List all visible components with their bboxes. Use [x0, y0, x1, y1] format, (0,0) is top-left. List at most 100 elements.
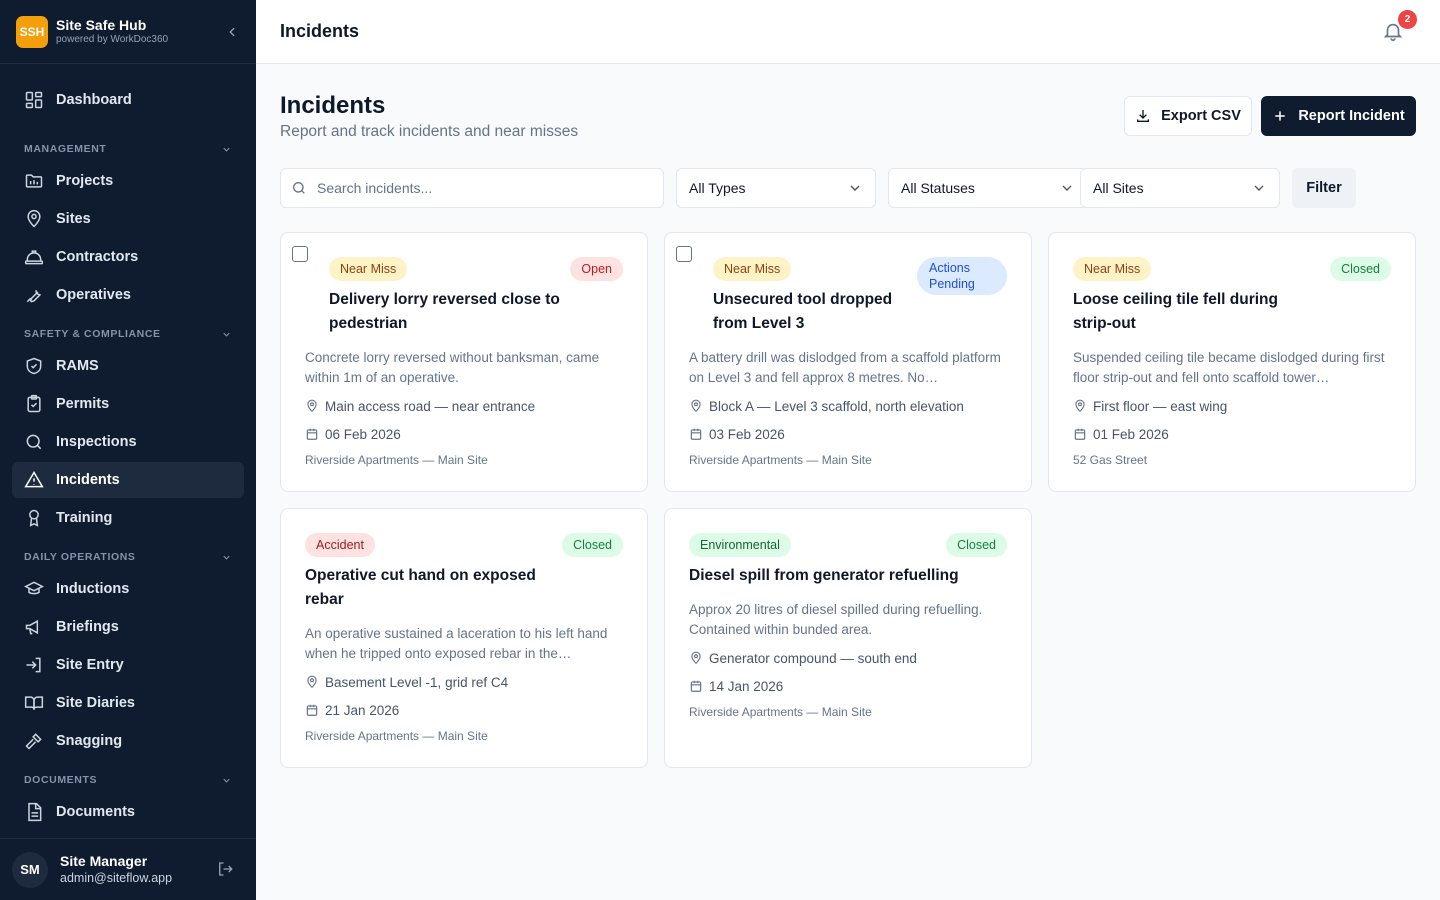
chevron-down-icon: [223, 555, 230, 560]
avatar: SM: [12, 851, 48, 888]
calendar-icon: [306, 428, 318, 440]
chevron-down-icon: [223, 778, 230, 783]
sidebar-item-label: Training: [56, 510, 113, 526]
location-text: Generator compound — south end: [709, 650, 917, 666]
page-title: Incidents: [280, 92, 386, 119]
section-label: DOCUMENTS: [24, 774, 98, 786]
chevron-down-icon: [1254, 185, 1264, 191]
sidebar-item-incidents[interactable]: Incidents: [12, 462, 244, 498]
brand-logo: SSH: [16, 15, 48, 48]
sidebar-item-contractors[interactable]: Contractors: [12, 239, 244, 275]
select-checkbox[interactable]: [292, 246, 308, 262]
incident-description: Approx 20 litres of diesel spilled durin…: [689, 602, 983, 637]
logout-button[interactable]: [216, 860, 236, 880]
sidebar-item-documents[interactable]: Documents: [12, 794, 244, 830]
type-badge: Accident: [305, 533, 375, 557]
sidebar-item-snagging[interactable]: Snagging: [12, 723, 244, 759]
location-text: Main access road — near entrance: [325, 398, 536, 414]
type-select[interactable]: All Types: [676, 168, 876, 208]
incident-title[interactable]: Unsecured tool dropped from Level 3: [713, 288, 903, 336]
incident-date: 01 Feb 2026: [1073, 424, 1169, 444]
incident-title[interactable]: Operative cut hand on exposed rebar: [305, 564, 545, 612]
filter-button[interactable]: Filter: [1292, 168, 1356, 208]
sidebar-item-site-diaries[interactable]: Site Diaries: [12, 685, 244, 721]
incident-title[interactable]: Diesel spill from generator refuelling: [689, 564, 989, 588]
section-management[interactable]: MANAGEMENT: [24, 141, 232, 157]
sidebar-item-permits[interactable]: Permits: [12, 386, 244, 422]
status-select[interactable]: All Statuses: [888, 168, 1088, 208]
type-badge: Near Miss: [1073, 257, 1152, 281]
status-badge: Closed: [1330, 257, 1391, 281]
incident-card[interactable]: Accident Closed Operative cut hand on ex…: [280, 508, 648, 768]
sidebar-item-label: Site Diaries: [56, 695, 135, 711]
incident-card[interactable]: Near Miss Open Delivery lorry reversed c…: [280, 232, 648, 492]
section-documents[interactable]: DOCUMENTS: [24, 772, 232, 788]
award-icon: [29, 509, 39, 527]
collapse-sidebar-button[interactable]: [224, 24, 240, 40]
search-icon: [26, 434, 42, 450]
select-checkbox[interactable]: [676, 246, 692, 262]
incident-site: Riverside Apartments — Main Site: [305, 453, 488, 467]
shield-check-icon: [26, 357, 42, 375]
dashboard-icon: [25, 91, 43, 109]
sidebar: SSH Site Safe Hub powered by WorkDoc360 …: [0, 0, 256, 900]
plus-icon: [1275, 111, 1285, 121]
section-safety[interactable]: SAFETY & COMPLIANCE: [24, 326, 232, 342]
search-icon: [293, 182, 305, 194]
date-text: 21 Jan 2026: [325, 702, 400, 718]
top-bar-title: Incidents: [280, 21, 360, 41]
sidebar-item-rams[interactable]: RAMS: [12, 348, 244, 384]
sidebar-item-label: Permits: [56, 396, 110, 412]
sidebar-item-operatives[interactable]: Operatives: [12, 277, 244, 313]
notifications-button[interactable]: 2: [1382, 9, 1417, 44]
sidebar-item-sites[interactable]: Sites: [12, 201, 244, 237]
select-value: All Types: [689, 180, 746, 196]
sidebar-item-label: Sites: [56, 211, 91, 227]
incident-card[interactable]: Near Miss Closed Loose ceiling tile fell…: [1048, 232, 1416, 492]
sidebar-item-inspections[interactable]: Inspections: [12, 424, 244, 460]
incident-location: First floor — east wing: [1073, 396, 1227, 416]
date-text: 03 Feb 2026: [709, 426, 785, 442]
incident-description: Suspended ceiling tile became dislodged …: [1073, 350, 1385, 385]
incident-card[interactable]: Near Miss Actions Pending Unsecured tool…: [664, 232, 1032, 492]
report-incident-button[interactable]: Report Incident: [1261, 96, 1416, 136]
status-badge: Actions Pending: [917, 257, 1007, 295]
incident-site: Riverside Apartments — Main Site: [689, 453, 872, 467]
log-in-icon: [26, 657, 41, 673]
incident-location: Block A — Level 3 scaffold, north elevat…: [689, 396, 964, 416]
search-input[interactable]: [317, 180, 647, 196]
incident-card[interactable]: Environmental Closed Diesel spill from g…: [664, 508, 1032, 768]
sidebar-item-dashboard[interactable]: Dashboard: [12, 82, 244, 118]
log-out-icon: [219, 861, 233, 876]
export-csv-button[interactable]: Export CSV: [1124, 96, 1252, 136]
user-email: admin@siteflow.app: [60, 871, 173, 885]
download-icon: [1137, 110, 1150, 122]
type-badge: Near Miss: [329, 257, 408, 281]
alert-triangle-icon: [24, 471, 44, 488]
user-profile: SM Site Manager admin@siteflow.app: [0, 838, 256, 900]
sidebar-item-label: Dashboard: [56, 92, 132, 108]
sidebar-item-projects[interactable]: Projects: [12, 163, 244, 199]
button-label: Export CSV: [1161, 108, 1241, 124]
search-box[interactable]: [280, 168, 664, 208]
incident-title[interactable]: Delivery lorry reversed close to pedestr…: [329, 288, 589, 336]
site-select[interactable]: All Sites: [1080, 168, 1280, 208]
megaphone-icon: [25, 619, 39, 635]
sidebar-item-label: Inductions: [56, 581, 130, 597]
sidebar-item-training[interactable]: Training: [12, 500, 244, 536]
sidebar-item-site-entry[interactable]: Site Entry: [12, 647, 244, 683]
sidebar-item-inductions[interactable]: Inductions: [12, 571, 244, 607]
incident-title[interactable]: Loose ceiling tile fell during strip-out: [1073, 288, 1313, 336]
location-text: Block A — Level 3 scaffold, north elevat…: [709, 398, 964, 414]
sidebar-item-briefings[interactable]: Briefings: [12, 609, 244, 645]
calendar-icon: [306, 704, 318, 716]
calendar-icon: [690, 428, 702, 440]
location-text: First floor — east wing: [1093, 398, 1228, 414]
wrench-icon: [26, 290, 41, 303]
type-badge: Environmental: [689, 533, 791, 557]
section-daily-operations[interactable]: DAILY OPERATIONS: [24, 549, 232, 565]
type-badge: Near Miss: [713, 257, 792, 281]
select-value: All Sites: [1093, 180, 1144, 196]
clipboard-check-icon: [27, 394, 41, 413]
sidebar-item-label: Inspections: [56, 434, 137, 450]
